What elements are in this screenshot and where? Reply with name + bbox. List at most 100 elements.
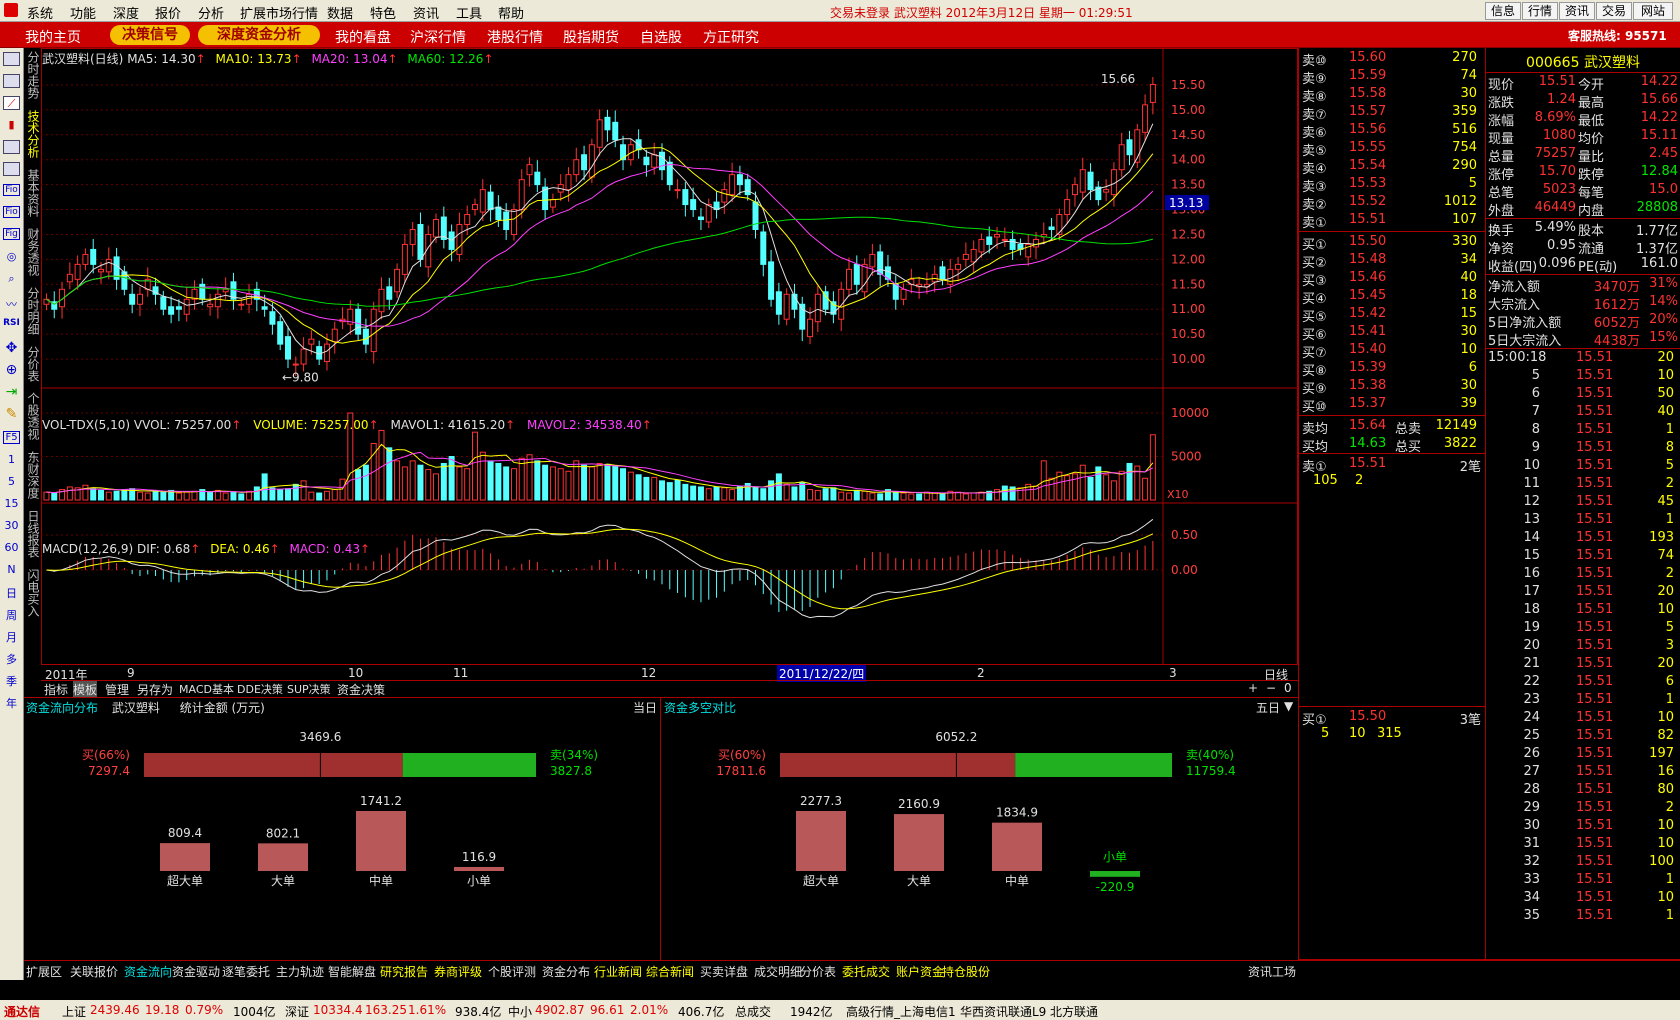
tb-dde[interactable]: DDE决策 <box>237 681 283 697</box>
vtab-flash-buy[interactable]: 闪电买入 <box>25 569 40 617</box>
f10-icon[interactable]: Fio <box>3 184 20 196</box>
vtab-stock-view[interactable]: 个股透视 <box>25 392 40 440</box>
menu-analysis[interactable]: 分析 <box>198 3 224 22</box>
menu-tools[interactable]: 工具 <box>456 3 482 22</box>
bottom-tab-2[interactable]: 资金流向 <box>124 963 172 980</box>
search-icon[interactable]: ⌕ <box>3 272 20 286</box>
quote-button[interactable]: 行情 <box>1522 2 1558 20</box>
bottom-tab-4[interactable]: 逐笔委托 <box>222 963 270 980</box>
fund-left-title[interactable]: 资金流向分布 <box>26 701 98 715</box>
period-dropdown-icon[interactable]: ▼ <box>1284 699 1293 713</box>
vtab-daily-report[interactable]: 日线报表 <box>25 510 40 558</box>
bottom-tab-17[interactable]: 账户资金 <box>896 963 944 980</box>
list-icon[interactable] <box>3 74 20 88</box>
grid-icon[interactable] <box>3 52 20 66</box>
menu-extended-market[interactable]: 扩展市场行情 <box>240 3 318 22</box>
tb-indicator[interactable]: 指标 <box>44 681 68 698</box>
vtab-em-depth[interactable]: 东财深度 <box>25 451 40 499</box>
bottom-tab-7[interactable]: 研究报告 <box>380 963 428 980</box>
line-chart-icon[interactable]: ⟋ <box>3 96 20 110</box>
nav-decision-signal[interactable]: 决策信号 <box>110 25 190 45</box>
info-button[interactable]: 信息 <box>1485 2 1521 20</box>
period-30min[interactable]: 30 <box>3 519 20 532</box>
news-button[interactable]: 资讯 <box>1559 2 1595 20</box>
menu-help[interactable]: 帮助 <box>498 3 524 22</box>
menu-quote[interactable]: 报价 <box>155 3 181 22</box>
table2-icon[interactable] <box>3 162 20 176</box>
bottom-tab-1[interactable]: 关联报价 <box>70 963 118 980</box>
bottom-tab-16[interactable]: 委托成交 <box>842 963 890 980</box>
vtab-technical[interactable]: 技术分析 <box>25 110 40 158</box>
bottom-tab-14[interactable]: 成交明细 <box>754 963 802 980</box>
globe-icon[interactable]: ◎ <box>3 250 20 264</box>
menu-function[interactable]: 功能 <box>70 3 96 22</box>
bottom-tab-18[interactable]: 持仓股份 <box>942 963 990 980</box>
period-15min[interactable]: 15 <box>3 497 20 510</box>
f10c-icon[interactable]: Fig <box>3 228 20 240</box>
rsi-icon[interactable]: RSI <box>3 318 20 328</box>
f10b-icon[interactable]: Fio <box>3 206 20 218</box>
website-button[interactable]: 网站 <box>1633 2 1673 20</box>
export-icon[interactable]: ⇥ <box>3 384 20 400</box>
zoom-out-button[interactable]: − <box>1266 681 1276 695</box>
period-multi[interactable]: 多 <box>3 651 20 667</box>
bottom-tab-8[interactable]: 券商评级 <box>434 963 482 980</box>
nav-my-board[interactable]: 我的看盘 <box>335 27 391 47</box>
menu-special[interactable]: 特色 <box>370 3 396 22</box>
fund-right-title[interactable]: 资金多空对比 <box>664 699 736 716</box>
nav-shsz-quotes[interactable]: 沪深行情 <box>410 27 466 47</box>
vtab-price-table[interactable]: 分价表 <box>25 346 40 382</box>
reset-button[interactable]: 0 <box>1284 681 1292 695</box>
nav-index-futures[interactable]: 股指期货 <box>563 27 619 47</box>
status-server-2[interactable]: 华西资讯联通L9 <box>960 1003 1046 1020</box>
bottom-tab-11[interactable]: 行业新闻 <box>594 963 642 980</box>
vtab-intraday[interactable]: 分时走势 <box>25 51 40 99</box>
nav-hk-quotes[interactable]: 港股行情 <box>487 27 543 47</box>
table-icon[interactable] <box>3 140 20 154</box>
status-server-3[interactable]: 北方联通 <box>1050 1003 1098 1020</box>
move-icon[interactable]: ✥ <box>3 340 20 356</box>
tb-manage[interactable]: 管理 <box>105 681 129 698</box>
bottom-tab-9[interactable]: 个股评测 <box>488 963 536 980</box>
bottom-tab-6[interactable]: 智能解盘 <box>328 963 376 980</box>
period-5min[interactable]: 5 <box>3 475 20 488</box>
bottom-tab-5[interactable]: 主力轨迹 <box>276 963 324 980</box>
period-60min[interactable]: 60 <box>3 541 20 554</box>
fund-left-period[interactable]: 当日 <box>633 699 657 716</box>
tb-macd-basic[interactable]: MACD基本 <box>179 681 234 697</box>
bottom-tab-0[interactable]: 扩展区 <box>26 963 62 980</box>
period-n[interactable]: N <box>3 563 20 576</box>
bottom-tab-10[interactable]: 资金分布 <box>542 963 590 980</box>
bottom-tab-19[interactable]: 资讯工场 <box>1248 963 1296 980</box>
menu-data[interactable]: 数据 <box>327 3 353 22</box>
bottom-tab-15[interactable]: 分价表 <box>800 963 836 980</box>
nav-fund-analysis[interactable]: 深度资金分析 <box>198 25 320 45</box>
menu-system[interactable]: 系统 <box>27 3 53 22</box>
zoom-icon[interactable]: ⊕ <box>3 362 20 378</box>
period-season[interactable]: 季 <box>3 673 20 689</box>
wave-icon[interactable]: 〰 <box>3 296 20 312</box>
pencil-icon[interactable]: ✎ <box>3 406 20 422</box>
tb-fund-decision[interactable]: 资金决策 <box>337 681 385 698</box>
zoom-in-button[interactable]: + <box>1248 681 1258 695</box>
menu-depth[interactable]: 深度 <box>113 3 139 22</box>
period-day[interactable]: 日 <box>3 585 20 601</box>
period-1min[interactable]: 1 <box>3 453 20 466</box>
nav-research[interactable]: 方正研究 <box>703 27 759 47</box>
tb-sup[interactable]: SUP决策 <box>287 681 331 697</box>
vtab-tick-detail[interactable]: 分时明细 <box>25 287 40 335</box>
status-server-1[interactable]: 高级行情_上海电信1 <box>846 1003 956 1020</box>
bottom-tab-12[interactable]: 综合新闻 <box>646 963 694 980</box>
vtab-fundamentals[interactable]: 基本资料 <box>25 169 40 217</box>
bottom-tab-13[interactable]: 买卖详盘 <box>700 963 748 980</box>
tb-template[interactable]: 模板 <box>73 681 98 698</box>
nav-home[interactable]: 我的主页 <box>25 27 81 47</box>
fund-right-period[interactable]: 五日 <box>1256 699 1280 716</box>
menu-info[interactable]: 资讯 <box>413 3 439 22</box>
period-month[interactable]: 月 <box>3 629 20 645</box>
vtab-financials[interactable]: 财务透视 <box>25 228 40 276</box>
nav-watchlist[interactable]: 自选股 <box>640 27 682 47</box>
f5-button[interactable]: F5 <box>3 431 20 444</box>
candlestick-icon[interactable]: ▮ <box>3 118 20 132</box>
period-week[interactable]: 周 <box>3 607 20 623</box>
